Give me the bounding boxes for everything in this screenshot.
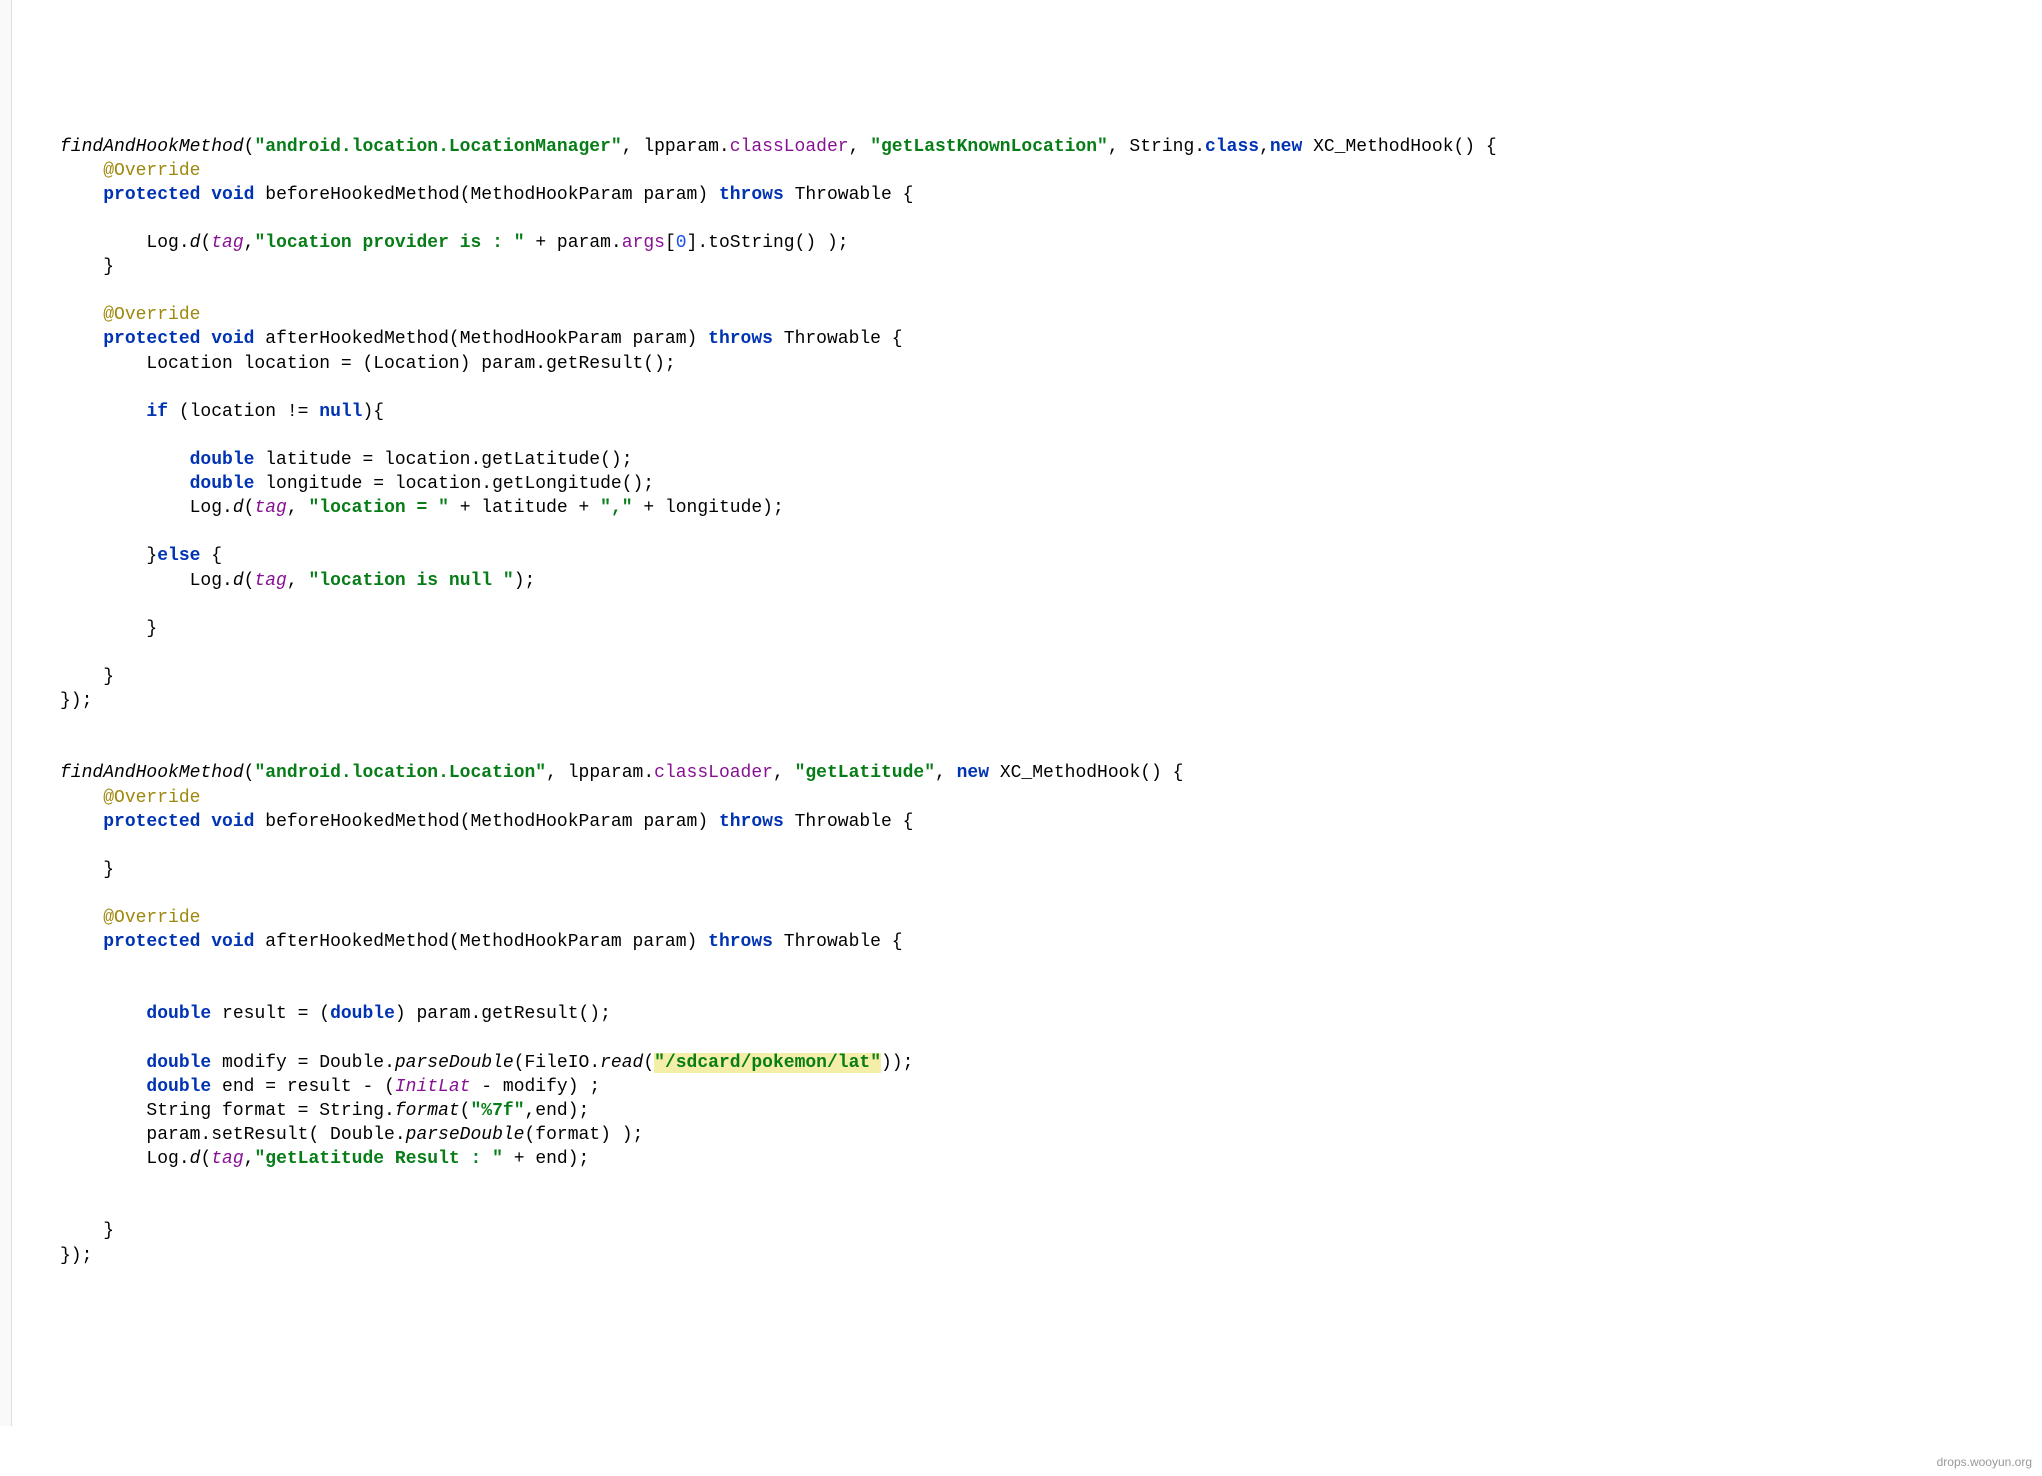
- string-literal: "getLastKnownLocation": [870, 137, 1108, 157]
- string-literal: ",": [600, 498, 632, 518]
- keyword: double: [146, 1077, 211, 1097]
- field-ref: InitLat: [395, 1077, 471, 1097]
- keyword: protected: [103, 329, 200, 349]
- keyword: throws: [708, 329, 773, 349]
- field-ref: tag: [254, 571, 286, 591]
- keyword: protected: [103, 185, 200, 205]
- method-call: format: [395, 1101, 460, 1121]
- keyword: void: [211, 812, 254, 832]
- keyword: else: [157, 546, 200, 566]
- keyword: throws: [719, 185, 784, 205]
- method-call: parseDouble: [406, 1125, 525, 1145]
- method-call: findAndHookMethod: [60, 137, 244, 157]
- keyword: void: [211, 329, 254, 349]
- method-call: d: [190, 233, 201, 253]
- keyword: double: [190, 474, 255, 494]
- keyword: throws: [719, 812, 784, 832]
- method-call: parseDouble: [395, 1053, 514, 1073]
- keyword: throws: [708, 932, 773, 952]
- string-literal: "android.location.Location": [254, 763, 546, 783]
- string-literal: "location = ": [308, 498, 448, 518]
- field-ref: args: [622, 233, 665, 253]
- string-literal: "android.location.LocationManager": [254, 137, 621, 157]
- keyword: class: [1205, 137, 1259, 157]
- keyword: double: [146, 1004, 211, 1024]
- string-literal: "getLatitude Result : ": [254, 1149, 502, 1169]
- keyword: new: [1270, 137, 1302, 157]
- string-literal: "location is null ": [308, 571, 513, 591]
- keyword: if: [146, 402, 168, 422]
- annotation: @Override: [103, 305, 200, 325]
- method-call: d: [233, 571, 244, 591]
- keyword: double: [190, 450, 255, 470]
- field-ref: tag: [211, 1149, 243, 1169]
- keyword: void: [211, 185, 254, 205]
- field-ref: tag: [211, 233, 243, 253]
- keyword: new: [957, 763, 989, 783]
- keyword: null: [319, 402, 362, 422]
- keyword: double: [330, 1004, 395, 1024]
- keyword: protected: [103, 812, 200, 832]
- number-literal: 0: [676, 233, 687, 253]
- gutter: [0, 0, 12, 1426]
- method-call: d: [233, 498, 244, 518]
- string-literal-highlighted: "/sdcard/pokemon/lat": [654, 1053, 881, 1073]
- code-block: findAndHookMethod("android.location.Loca…: [60, 135, 2042, 1268]
- field-ref: classLoader: [730, 137, 849, 157]
- keyword: double: [146, 1053, 211, 1073]
- annotation: @Override: [103, 788, 200, 808]
- keyword: protected: [103, 932, 200, 952]
- string-literal: "getLatitude": [795, 763, 935, 783]
- method-call: read: [600, 1053, 643, 1073]
- annotation: @Override: [103, 908, 200, 928]
- annotation: @Override: [103, 161, 200, 181]
- field-ref: classLoader: [654, 763, 773, 783]
- method-call: findAndHookMethod: [60, 763, 244, 783]
- field-ref: tag: [254, 498, 286, 518]
- string-literal: "%7f": [470, 1101, 524, 1121]
- string-literal: "location provider is : ": [254, 233, 524, 253]
- keyword: void: [211, 932, 254, 952]
- footer-watermark: drops.wooyun.org: [1937, 1454, 2032, 1470]
- method-call: d: [190, 1149, 201, 1169]
